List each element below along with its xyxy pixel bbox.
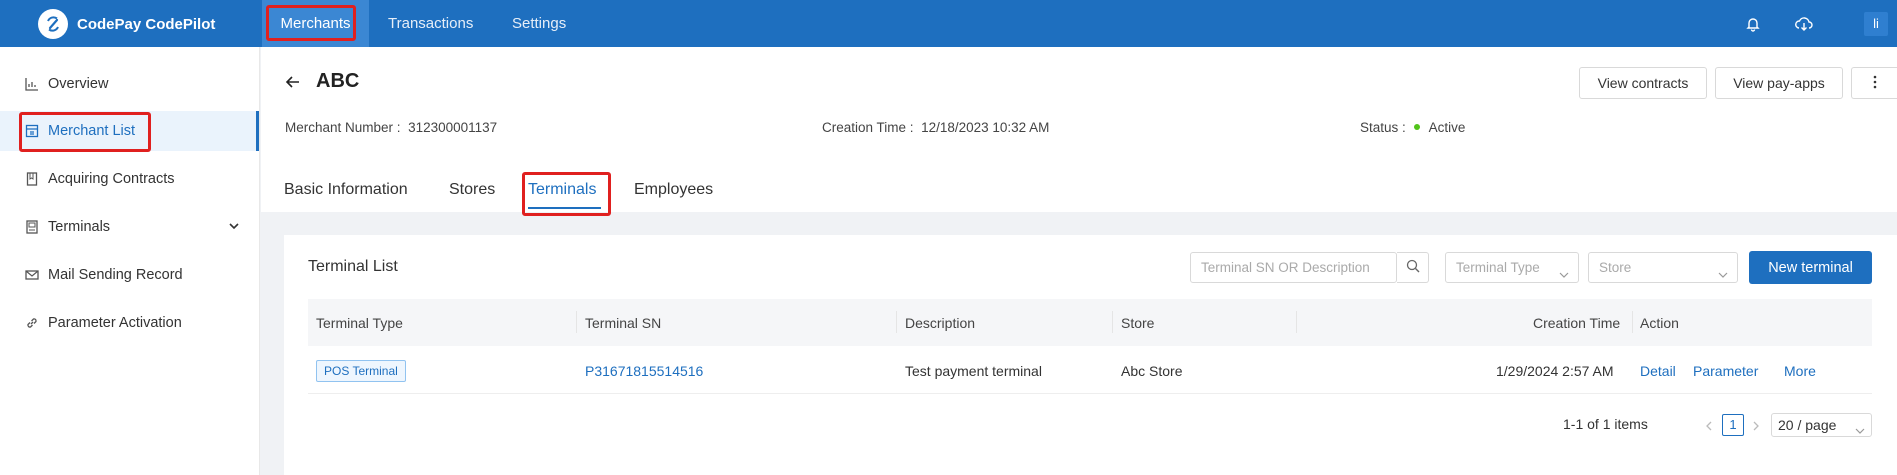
codepay-logo-icon: [38, 9, 68, 39]
page-title: ABC: [316, 70, 360, 92]
column-divider: [1632, 311, 1633, 333]
sidebar-item-label: Overview: [48, 76, 109, 92]
search-input[interactable]: [1191, 253, 1398, 282]
chevron-down-icon: [1855, 420, 1865, 434]
more-link[interactable]: More: [1784, 363, 1816, 379]
terminal-creation-time: 1/29/2024 2:57 AM: [1496, 363, 1614, 379]
new-terminal-button[interactable]: New terminal: [1749, 251, 1872, 284]
bell-icon[interactable]: [1744, 15, 1762, 33]
terminal-icon: [24, 219, 40, 235]
more-options-button[interactable]: [1851, 67, 1897, 99]
creation-time: Creation Time : 12/18/2023 10:32 AM: [822, 120, 1049, 135]
column-header-description: Description: [905, 315, 976, 331]
tab-basic-information[interactable]: Basic Information: [284, 181, 408, 199]
status-dot: [1413, 124, 1420, 131]
store-select[interactable]: Store: [1588, 252, 1738, 283]
sidebar-item-terminals[interactable]: Terminals: [0, 207, 259, 247]
terminal-type-select[interactable]: Terminal Type: [1445, 252, 1579, 283]
top-navigation-bar: CodePay CodePilot Merchants Transactions…: [0, 0, 1897, 47]
column-divider: [1296, 311, 1297, 333]
sidebar-item-label: Mail Sending Record: [48, 267, 183, 283]
merchant-number: Merchant Number : 312300001137: [285, 120, 497, 135]
creation-time-value: 12/18/2023 10:32 AM: [921, 120, 1050, 135]
search-button[interactable]: [1397, 252, 1429, 283]
mail-icon: [24, 267, 40, 283]
creation-time-label: Creation Time :: [822, 120, 914, 135]
parameter-link[interactable]: Parameter: [1693, 363, 1758, 379]
column-divider: [1112, 311, 1113, 333]
next-page-icon[interactable]: [1750, 419, 1762, 431]
status-label: Status :: [1360, 120, 1406, 135]
sidebar-item-overview[interactable]: Overview: [0, 64, 259, 104]
pagination-total: 1-1 of 1 items: [1563, 416, 1648, 432]
terminal-sn-link[interactable]: P31671815514516: [585, 363, 703, 379]
tab-employees[interactable]: Employees: [634, 181, 713, 199]
column-header-terminal-sn: Terminal SN: [585, 315, 662, 331]
column-header-creation-time: Creation Time: [1533, 315, 1621, 331]
tab-terminals[interactable]: Terminals: [528, 181, 596, 199]
active-tab-indicator: [528, 207, 601, 209]
store-placeholder: Store: [1599, 260, 1632, 275]
sidebar-item-label: Merchant List: [48, 123, 136, 139]
status: Status : Active: [1360, 120, 1465, 135]
sidebar-item-label: Terminals: [48, 219, 111, 235]
chart-icon: [24, 76, 40, 92]
sidebar-item-label: Parameter Activation: [48, 315, 182, 331]
status-badge: Active: [1428, 120, 1466, 135]
sidebar-item-acquiring-contracts[interactable]: Acquiring Contracts: [0, 159, 259, 199]
page-size-value: 20 / page: [1778, 417, 1837, 433]
user-avatar[interactable]: li: [1864, 12, 1888, 36]
terminal-description: Test payment terminal: [905, 363, 1042, 379]
sidebar-item-label: Acquiring Contracts: [48, 171, 175, 187]
page-size-select[interactable]: 20 / page: [1771, 413, 1872, 437]
column-header-terminal-type: Terminal Type: [316, 315, 403, 331]
brand-name: CodePay CodePilot: [77, 15, 216, 33]
search-field[interactable]: [1190, 252, 1398, 283]
building-icon: [24, 123, 40, 139]
topnav-merchants[interactable]: Merchants: [262, 0, 369, 47]
book-icon: [24, 171, 40, 187]
tab-stores[interactable]: Stores: [449, 181, 495, 199]
pagination-page-1[interactable]: 1: [1722, 414, 1744, 436]
chevron-down-icon[interactable]: [227, 219, 241, 233]
view-payapps-button[interactable]: View pay-apps: [1715, 67, 1843, 99]
cloud-download-icon[interactable]: [1794, 15, 1813, 33]
brand[interactable]: CodePay CodePilot: [38, 9, 215, 39]
back-arrow-icon[interactable]: [284, 73, 302, 91]
table-header: [308, 299, 1872, 346]
row-divider: [308, 393, 1872, 394]
sidebar-item-mail-sending-record[interactable]: Mail Sending Record: [0, 255, 259, 295]
prev-page-icon[interactable]: [1703, 419, 1715, 431]
chevron-down-icon: [1717, 262, 1729, 278]
column-header-store: Store: [1121, 315, 1155, 331]
view-contracts-button[interactable]: View contracts: [1579, 67, 1707, 99]
terminal-list-title: Terminal List: [308, 258, 398, 275]
detail-link[interactable]: Detail: [1640, 363, 1676, 379]
terminal-type-placeholder: Terminal Type: [1456, 260, 1540, 275]
search-icon: [1406, 259, 1420, 276]
merchant-number-label: Merchant Number :: [285, 120, 401, 135]
terminal-store: Abc Store: [1121, 363, 1183, 379]
terminal-type-badge: POS Terminal: [316, 360, 406, 382]
sidebar-item-parameter-activation[interactable]: Parameter Activation: [0, 303, 259, 343]
column-header-action: Action: [1640, 315, 1679, 331]
topnav-transactions[interactable]: Transactions: [388, 0, 473, 47]
topnav-settings[interactable]: Settings: [512, 0, 566, 47]
merchant-number-value: 312300001137: [408, 120, 498, 135]
link-icon: [24, 315, 40, 331]
sidebar: Overview Merchant List Acquiring Contrac…: [0, 47, 260, 475]
column-divider: [896, 311, 897, 333]
more-vertical-icon: [1873, 75, 1877, 92]
sidebar-item-merchant-list[interactable]: Merchant List: [0, 111, 259, 151]
chevron-down-icon: [1558, 262, 1570, 278]
column-divider: [576, 311, 577, 333]
